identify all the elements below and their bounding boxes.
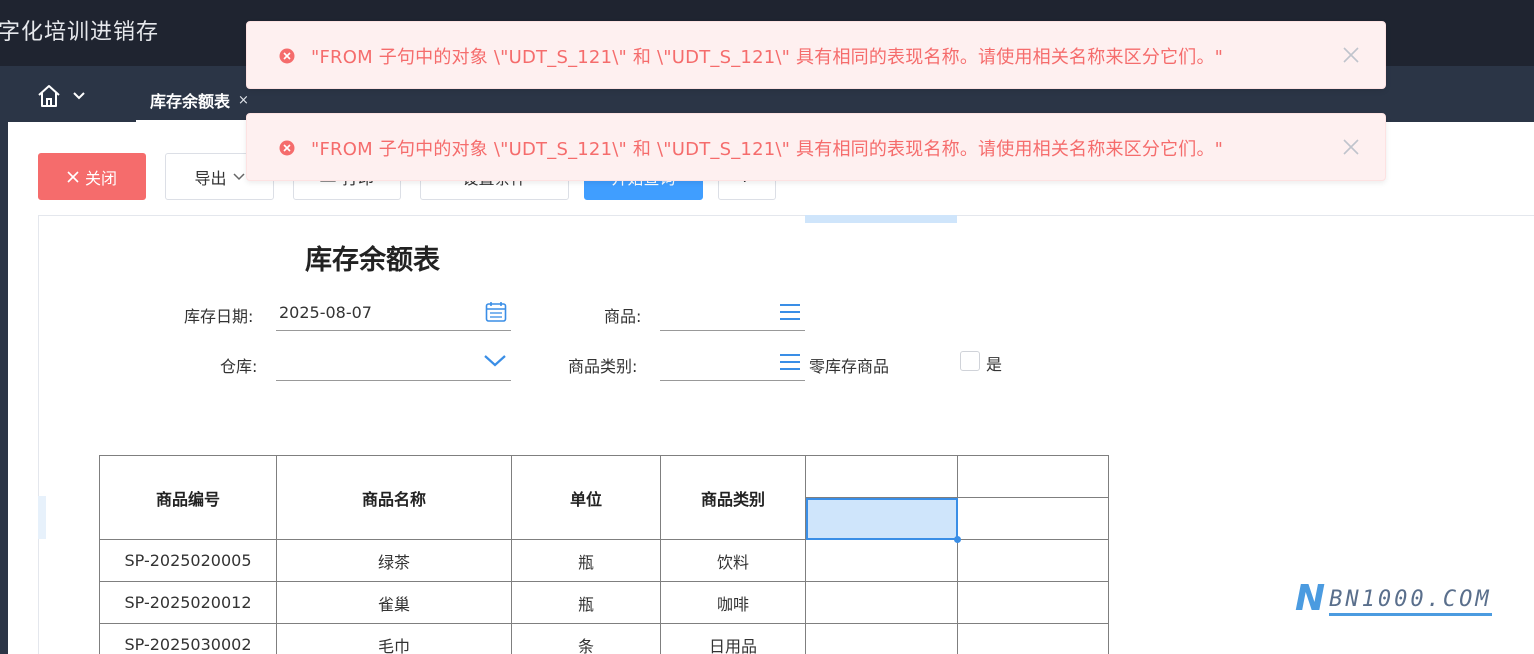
cell-product-name[interactable]: 绿茶 xyxy=(276,539,512,582)
toast-message: "FROM 子句中的对象 \"UDT_S_121\" 和 \"UDT_S_121… xyxy=(311,47,1224,68)
close-button[interactable]: 关闭 xyxy=(38,153,146,200)
close-icon[interactable] xyxy=(1343,139,1359,155)
list-icon[interactable] xyxy=(779,301,801,323)
tab-inventory-balance[interactable]: 库存余额表 × xyxy=(136,80,263,122)
header-product-name: 商品名称 xyxy=(276,455,512,540)
zero-stock-label: 零库存商品 xyxy=(809,357,890,376)
error-toast: "FROM 子句中的对象 \"UDT_S_121\" 和 \"UDT_S_121… xyxy=(246,21,1386,89)
fill-handle[interactable] xyxy=(954,536,961,543)
cell-product-name[interactable]: 雀巢 xyxy=(276,581,512,624)
toast-message: "FROM 子句中的对象 \"UDT_S_121\" 和 \"UDT_S_121… xyxy=(311,139,1224,160)
column-selection-highlight xyxy=(805,215,957,223)
inventory-table: 商品编号 商品名称 单位 商品类别 SP-2025020005 绿茶 瓶 饮料 … xyxy=(99,455,1109,654)
cell-unit[interactable]: 瓶 xyxy=(511,539,661,582)
grid-cell[interactable] xyxy=(805,539,958,582)
zero-stock-option-label: 是 xyxy=(986,355,1003,374)
date-field[interactable]: 2025-08-07 xyxy=(276,295,511,331)
grid-cell[interactable] xyxy=(957,581,1109,624)
cell-unit[interactable]: 瓶 xyxy=(511,581,661,624)
tab-label: 库存余额表 xyxy=(150,92,231,111)
home-menu-button[interactable] xyxy=(36,82,96,110)
product-field[interactable] xyxy=(660,295,805,331)
cell-unit[interactable]: 条 xyxy=(511,623,661,654)
watermark-logo: N BN1000.COM xyxy=(1295,578,1492,619)
cell-category[interactable]: 饮料 xyxy=(660,539,806,582)
header-product-code: 商品编号 xyxy=(99,455,277,540)
error-circle-icon xyxy=(279,48,295,64)
cell-category[interactable]: 咖啡 xyxy=(660,581,806,624)
close-x-icon xyxy=(67,170,79,183)
left-edge xyxy=(0,122,8,654)
category-field[interactable] xyxy=(660,345,805,381)
error-toast: "FROM 子句中的对象 \"UDT_S_121\" 和 \"UDT_S_121… xyxy=(246,113,1386,181)
cell-product-code[interactable]: SP-2025030002 xyxy=(99,623,277,654)
main-panel: 关闭 导出 打印 设置条件 开始查询 F 库存余额表 库存日期: 2025-08… xyxy=(8,122,1534,654)
cell-product-code[interactable]: SP-2025020005 xyxy=(99,539,277,582)
grid-cell[interactable] xyxy=(805,455,958,498)
grid-cell[interactable] xyxy=(957,623,1109,654)
app-title: 字化培训进销存 xyxy=(0,20,160,45)
chevron-down-icon[interactable] xyxy=(483,351,507,371)
export-button-label: 导出 xyxy=(194,168,227,188)
grid-cell[interactable] xyxy=(957,497,1109,540)
selected-cell[interactable] xyxy=(805,497,961,543)
cell-product-name[interactable]: 毛巾 xyxy=(276,623,512,654)
grid-cell[interactable] xyxy=(957,455,1109,498)
row-selection-highlight xyxy=(38,496,46,539)
grid-cell[interactable] xyxy=(805,623,958,654)
list-icon[interactable] xyxy=(779,351,801,373)
cell-category[interactable]: 日用品 xyxy=(660,623,806,654)
report-title: 库存余额表 xyxy=(305,245,440,276)
home-icon xyxy=(38,85,60,107)
grid-cell[interactable] xyxy=(805,581,958,624)
date-value: 2025-08-07 xyxy=(279,303,372,322)
grid-cell[interactable] xyxy=(957,539,1109,582)
close-icon[interactable] xyxy=(1343,47,1359,63)
category-label: 商品类别: xyxy=(568,357,638,376)
table-row[interactable]: SP-2025030002 毛巾 条 日用品 xyxy=(99,623,1109,654)
header-unit: 单位 xyxy=(511,455,661,540)
watermark-text: BN1000.COM xyxy=(1329,587,1492,616)
warehouse-label: 仓库: xyxy=(220,357,258,376)
tab-close-button[interactable]: × xyxy=(238,93,249,108)
product-label: 商品: xyxy=(604,307,642,326)
error-circle-icon xyxy=(279,140,295,156)
watermark-mark: N xyxy=(1295,578,1326,619)
zero-stock-checkbox[interactable] xyxy=(960,351,980,371)
calendar-icon[interactable] xyxy=(485,301,507,323)
close-button-label: 关闭 xyxy=(84,168,117,188)
header-category: 商品类别 xyxy=(660,455,806,540)
cell-product-code[interactable]: SP-2025020012 xyxy=(99,581,277,624)
date-label: 库存日期: xyxy=(184,307,254,326)
chevron-down-icon xyxy=(73,92,85,100)
chevron-down-icon xyxy=(232,172,245,180)
warehouse-select[interactable] xyxy=(276,345,511,381)
table-row[interactable]: SP-2025020012 雀巢 瓶 咖啡 xyxy=(99,581,1109,624)
table-row[interactable]: SP-2025020005 绿茶 瓶 饮料 xyxy=(99,539,1109,582)
